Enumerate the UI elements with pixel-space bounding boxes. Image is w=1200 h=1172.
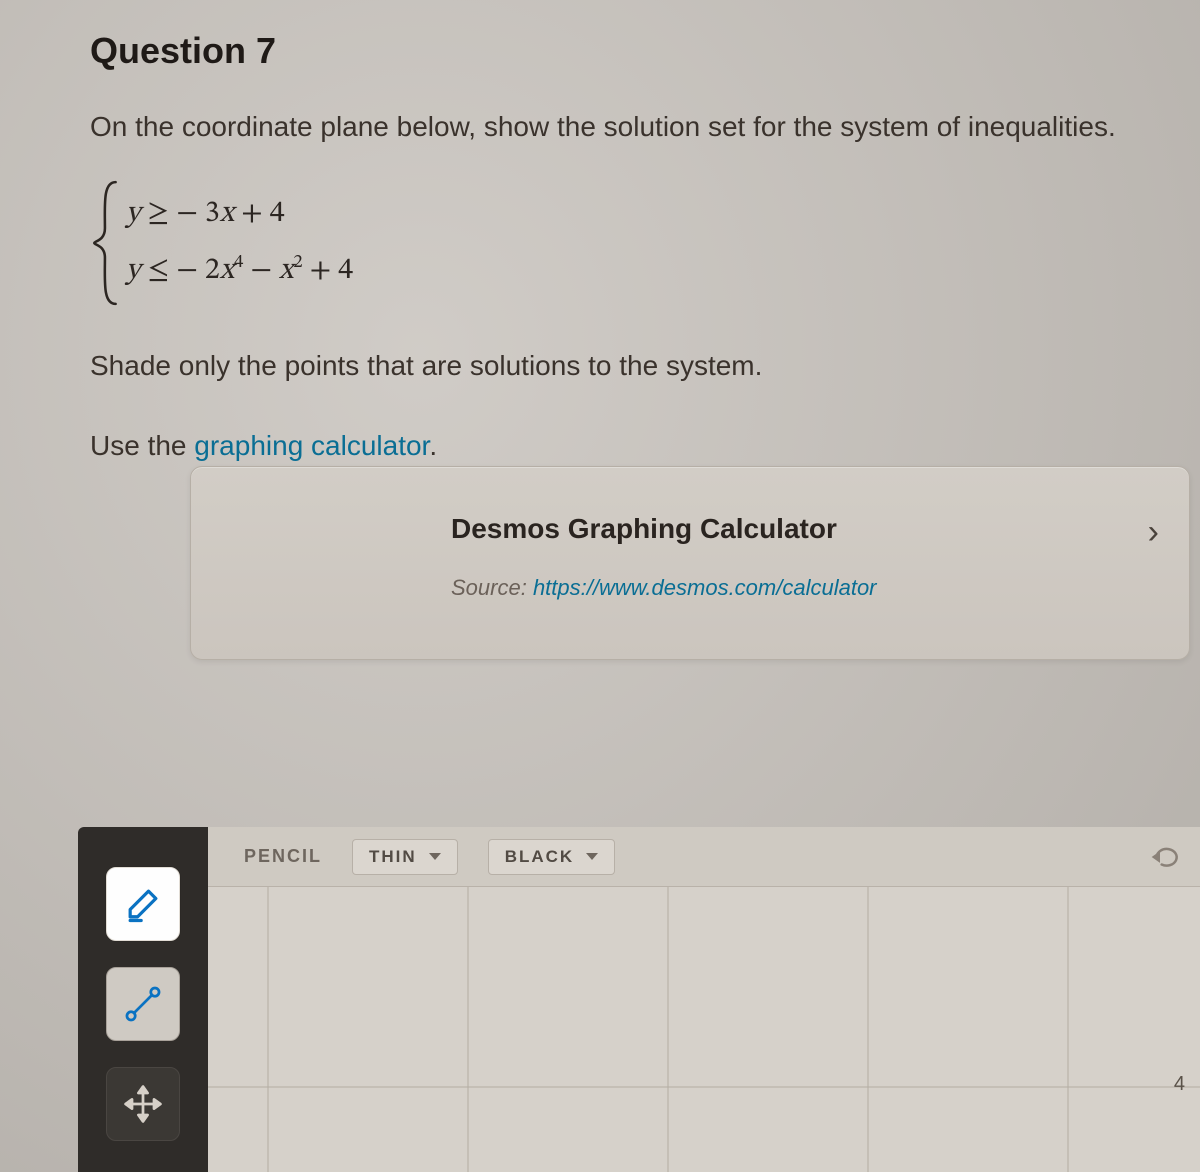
axis-tick-label: 4 (1174, 1073, 1185, 1096)
use-suffix: . (429, 430, 437, 461)
source-url: https://www.desmos.com/calculator (533, 575, 877, 600)
inequality-2: y ≤ − 2x4 − x2 + 4 (126, 243, 1200, 300)
chevron-right-icon: › (1148, 513, 1159, 552)
inequality-1: y ≥ − 3x + 4 (126, 186, 1200, 243)
question-prompt: On the coordinate plane below, show the … (90, 108, 1200, 146)
drawing-area: PENCIL THIN BLACK (78, 827, 1200, 1172)
undo-button[interactable] (1142, 837, 1188, 877)
pencil-icon (121, 882, 165, 926)
use-calculator-line: Use the graphing calculator. (90, 430, 1200, 462)
move-tool[interactable] (106, 1067, 180, 1141)
toolbox (78, 827, 208, 1172)
color-value: BLACK (505, 847, 575, 867)
shade-instruction: Shade only the points that are solutions… (90, 350, 1200, 382)
coordinate-grid[interactable]: 4 (208, 887, 1200, 1172)
chevron-down-icon (586, 853, 598, 860)
desmos-card[interactable]: Desmos Graphing Calculator › Source: htt… (190, 466, 1190, 660)
tool-name-label: PENCIL (244, 846, 322, 867)
workbench: PENCIL THIN BLACK (208, 827, 1200, 1172)
thickness-select[interactable]: THIN (352, 839, 458, 875)
question-title: Question 7 (90, 30, 1200, 72)
use-prefix: Use the (90, 430, 194, 461)
color-select[interactable]: BLACK (488, 839, 616, 875)
thickness-value: THIN (369, 847, 417, 867)
drawing-options-bar: PENCIL THIN BLACK (208, 827, 1200, 887)
undo-icon (1145, 846, 1185, 868)
chevron-down-icon (429, 853, 441, 860)
brace-icon (90, 180, 122, 306)
desmos-card-title: Desmos Graphing Calculator (451, 513, 1149, 545)
line-icon (121, 982, 165, 1026)
source-label: Source: (451, 575, 533, 600)
graphing-calculator-link[interactable]: graphing calculator (194, 430, 429, 461)
desmos-card-source: Source: https://www.desmos.com/calculato… (451, 575, 1149, 601)
line-tool[interactable] (106, 967, 180, 1041)
move-icon (121, 1082, 165, 1126)
inequality-system: y ≥ − 3x + 4 y ≤ − 2x4 − x2 + 4 (90, 186, 1200, 300)
pencil-tool[interactable] (106, 867, 180, 941)
